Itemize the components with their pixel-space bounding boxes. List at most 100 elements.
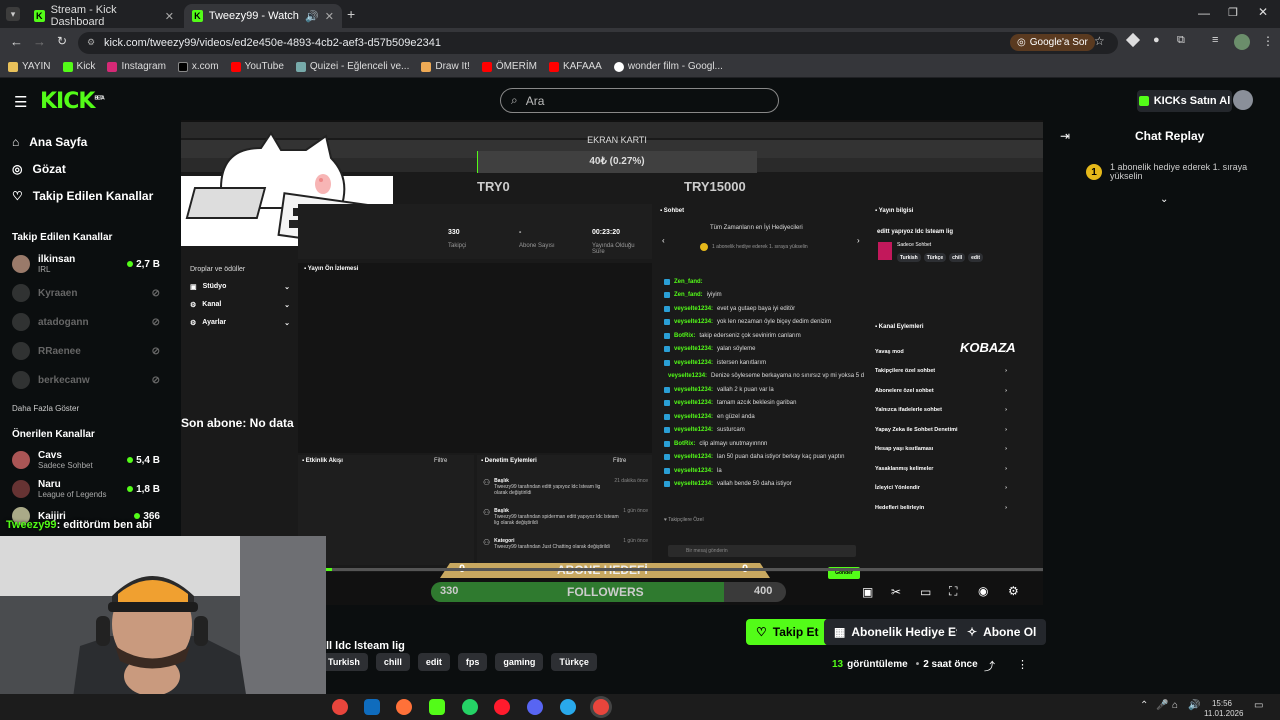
clip-icon[interactable]: ✂ — [891, 585, 901, 599]
tag-pill[interactable]: fps — [457, 653, 488, 671]
discord-icon[interactable] — [527, 699, 543, 715]
bookmark-item[interactable]: KAFAAA — [548, 61, 602, 72]
collapse-chat-icon[interactable]: ⇥ — [1060, 129, 1070, 143]
window-close-icon[interactable]: ✕ — [1258, 5, 1268, 19]
minimize-icon[interactable]: — — [1198, 6, 1210, 20]
sidebar-channel[interactable]: Naru League of Legends 1,8 B — [12, 479, 160, 499]
firefox-icon[interactable] — [396, 699, 412, 715]
nav-following[interactable]: ♡ Takip Edilen Kanallar — [12, 189, 153, 203]
chevron-left-icon[interactable]: ‹ — [662, 236, 665, 245]
extensions-puzzle-icon[interactable]: ⧉ — [1177, 34, 1185, 47]
whatsapp-icon[interactable] — [462, 699, 478, 715]
channel-action-item[interactable]: Yapay Zeka ile Sohbet Denetimi › — [875, 420, 1007, 440]
browser-menu-icon[interactable]: ⋮ — [1262, 34, 1274, 48]
tag-pill[interactable]: Turkish — [320, 653, 368, 671]
chrome-icon[interactable] — [332, 699, 348, 715]
site-info-icon[interactable]: ⚙ — [87, 37, 95, 48]
fullscreen-icon[interactable]: ⛶ — [949, 584, 957, 599]
volume-icon[interactable]: 🔊 — [1188, 700, 1200, 711]
video-timeline[interactable] — [326, 568, 1043, 571]
telegram-icon[interactable] — [560, 699, 576, 715]
maximize-icon[interactable]: ❐ — [1228, 6, 1238, 19]
outlook-icon[interactable] — [364, 699, 380, 715]
new-tab-icon[interactable]: + — [347, 6, 355, 22]
menu-channel[interactable]: ⚙ Kanal ⌄ — [190, 301, 290, 309]
channel-action-item[interactable]: İzleyici Yönlendir › — [875, 479, 1007, 499]
address-bar[interactable]: ⚙ kick.com/tweezy99/videos/ed2e450e-4893… — [78, 32, 1118, 54]
tag-pill[interactable]: gaming — [495, 653, 544, 671]
network-icon[interactable]: ⌂ — [1172, 700, 1178, 711]
bookmark-item[interactable]: x.com — [177, 61, 219, 72]
opera-icon[interactable] — [494, 699, 510, 715]
forward-icon[interactable]: → — [33, 34, 46, 49]
notification-icon[interactable]: ▭ — [1254, 700, 1263, 711]
tag-pill[interactable]: chill — [375, 653, 410, 671]
bookmark-item[interactable]: ÖMERİM — [481, 61, 537, 72]
bookmark-item[interactable]: Quizei - Eğlenceli ve... — [295, 61, 409, 72]
reading-list-icon[interactable]: ≡ — [1212, 34, 1218, 46]
show-more-link[interactable]: Daha Fazla Göster — [12, 404, 79, 413]
bookmark-star-icon[interactable]: ☆ — [1094, 34, 1105, 48]
reload-icon[interactable]: ↻ — [57, 34, 67, 48]
more-options-icon[interactable]: ⋮ — [1017, 658, 1028, 671]
pip-icon[interactable]: ▣ — [862, 585, 873, 599]
chrome-active-icon[interactable] — [593, 699, 609, 715]
channel-action-item[interactable]: Takipçilere özel sohbet › — [875, 362, 1007, 382]
channel-action-item[interactable]: Yalnızca ifadelerle sohbet › — [875, 401, 1007, 421]
bookmark-item[interactable]: wonder film - Googl... — [613, 61, 723, 72]
bookmark-item[interactable]: Instagram — [107, 61, 166, 72]
clock[interactable]: 15:56 11.01.2026 — [1204, 699, 1243, 719]
share-icon[interactable]: ⤴ — [984, 658, 995, 674]
google-ask-button[interactable]: ◎ Google'a Sor — [1010, 34, 1095, 51]
buy-kicks-button[interactable]: KICKs Satın Al — [1137, 90, 1232, 112]
back-icon[interactable]: ← — [10, 34, 23, 49]
tab-close-icon[interactable]: ✕ — [325, 10, 334, 23]
audit-filter[interactable]: Filtre — [613, 458, 626, 464]
tab-close-icon[interactable]: ✕ — [165, 10, 174, 23]
bookmark-item[interactable]: Kick — [62, 61, 95, 72]
hamburger-menu-icon[interactable]: ☰ — [14, 93, 27, 111]
menu-studio[interactable]: ▣ Stüdyo ⌄ — [190, 283, 290, 291]
channel-action-item[interactable]: Hedefleri belirleyin › — [875, 498, 1007, 518]
bookmark-item[interactable]: YAYIN — [8, 61, 51, 72]
bookmark-item[interactable]: Draw It! — [421, 61, 470, 72]
expand-leaderboard-icon[interactable]: ⌄ — [1160, 194, 1168, 205]
sidebar-channel[interactable]: Cavs Sadece Sohbet 5,4 B — [12, 450, 160, 470]
sidebar-channel[interactable]: ilkinsan IRL 2,7 B — [12, 254, 160, 274]
activity-filter[interactable]: Filtre — [434, 458, 447, 464]
sidebar-channel[interactable]: RRaenee ⊘ — [12, 342, 160, 360]
dashboard-chat-input[interactable]: Bir mesaj gönderin — [668, 545, 856, 557]
profile-avatar[interactable] — [1234, 34, 1250, 50]
gift-sub-button[interactable]: ▦ Abonelik Hediye Et — [824, 619, 971, 645]
sidebar-channel[interactable]: Kyraaen ⊘ — [12, 284, 160, 302]
settings-gear-icon[interactable]: ⚙ — [1008, 584, 1019, 598]
search-input[interactable]: ⌕ Ara — [500, 88, 779, 113]
kick-app-icon[interactable] — [429, 699, 445, 715]
user-avatar[interactable] — [1233, 90, 1253, 110]
tab-search-icon[interactable]: ▾ — [6, 7, 20, 21]
channel-action-item[interactable]: Hesap yaşı kısıtlaması › — [875, 440, 1007, 460]
channel-action-item[interactable]: Abonelere özel sohbet › — [875, 381, 1007, 401]
quality-icon[interactable]: ◉ — [978, 584, 988, 598]
menu-drops[interactable]: Droplar ve ödüller — [190, 266, 245, 273]
sidebar-channel[interactable]: atadogann ⊘ — [12, 313, 160, 331]
tray-chevron-icon[interactable]: ⌃ — [1140, 700, 1148, 711]
extension2-icon[interactable]: ● — [1153, 34, 1160, 46]
bookmark-item[interactable]: YouTube — [230, 61, 284, 72]
follow-button[interactable]: ♡ Takip Et — [746, 619, 829, 645]
chevron-right-icon[interactable]: › — [857, 236, 860, 245]
tab-vod[interactable]: K Tweezy99 - Watch the VOD 🔊 ✕ — [184, 4, 342, 28]
microphone-icon[interactable]: 🎤 — [1156, 700, 1168, 711]
tab-dashboard[interactable]: K Stream - Kick Dashboard ✕ — [26, 4, 182, 28]
nav-browse[interactable]: ◎ Gözat — [12, 162, 66, 176]
nav-home[interactable]: ⌂ Ana Sayfa — [12, 135, 87, 149]
sidebar-channel[interactable]: berkecanw ⊘ — [12, 371, 160, 389]
channel-action-item[interactable]: Yasaklanmış kelimeler › — [875, 459, 1007, 479]
kick-logo[interactable]: KICKBETA — [40, 89, 105, 114]
menu-settings[interactable]: ⚙ Ayarlar ⌄ — [190, 319, 290, 327]
audio-icon[interactable]: 🔊 — [305, 10, 319, 23]
tag-pill[interactable]: Türkçe — [551, 653, 597, 671]
subscribe-button[interactable]: ✧ Abone Ol — [957, 619, 1047, 645]
theater-mode-icon[interactable]: ▭ — [920, 585, 931, 599]
tag-pill[interactable]: edit — [417, 653, 450, 671]
